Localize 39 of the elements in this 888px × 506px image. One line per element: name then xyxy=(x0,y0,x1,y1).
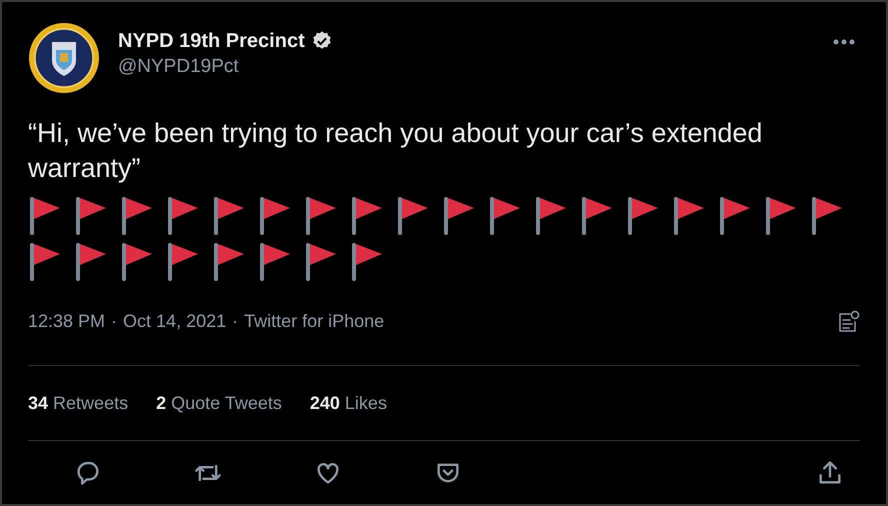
flag-icon xyxy=(442,194,476,236)
flag-icon xyxy=(626,194,660,236)
flag-icon xyxy=(488,194,522,236)
police-badge-avatar[interactable] xyxy=(28,22,100,94)
flag-icon xyxy=(718,194,752,236)
flag-icon xyxy=(764,194,798,236)
flag-icon xyxy=(258,194,292,236)
author-name[interactable]: NYPD 19th Precinct xyxy=(118,28,305,54)
flag-icon xyxy=(350,194,384,236)
author-handle[interactable]: @NYPD19Pct xyxy=(118,54,333,80)
flag-icon xyxy=(810,194,844,236)
tweet-time[interactable]: 12:38 PM xyxy=(28,308,106,335)
flag-icon xyxy=(74,194,108,236)
flag-icon xyxy=(166,194,200,236)
flag-icon xyxy=(672,194,706,236)
flag-icon xyxy=(258,240,292,282)
flag-icon xyxy=(304,240,338,282)
tweet-date[interactable]: Oct 14, 2021 xyxy=(123,308,226,335)
separator-dot: · xyxy=(232,310,238,333)
flag-icon xyxy=(166,240,200,282)
separator-dot: · xyxy=(111,310,118,333)
flag-icon xyxy=(74,240,108,282)
tweet-text: “Hi, we’ve been trying to reach you about your car’s extended warranty” xyxy=(28,117,764,185)
engagement-count[interactable]: 240 Likes xyxy=(310,390,387,417)
flag-icon xyxy=(28,240,62,282)
engagement-count[interactable]: 34 Retweets xyxy=(28,390,128,417)
flag-icon xyxy=(396,194,430,236)
flag-icon xyxy=(350,240,384,282)
flag-icon xyxy=(212,240,246,282)
flag-icon xyxy=(304,194,338,236)
flag-icon xyxy=(212,194,246,236)
flag-icon xyxy=(534,194,568,236)
flag-icon xyxy=(28,194,62,236)
flag-icon xyxy=(120,194,154,236)
flag-icon xyxy=(580,194,614,236)
more-options-icon[interactable] xyxy=(832,38,856,46)
engagement-count[interactable]: 2 Quote Tweets xyxy=(156,390,282,417)
flag-icon xyxy=(120,240,154,282)
tweet-source[interactable]: Twitter for iPhone xyxy=(244,308,384,335)
